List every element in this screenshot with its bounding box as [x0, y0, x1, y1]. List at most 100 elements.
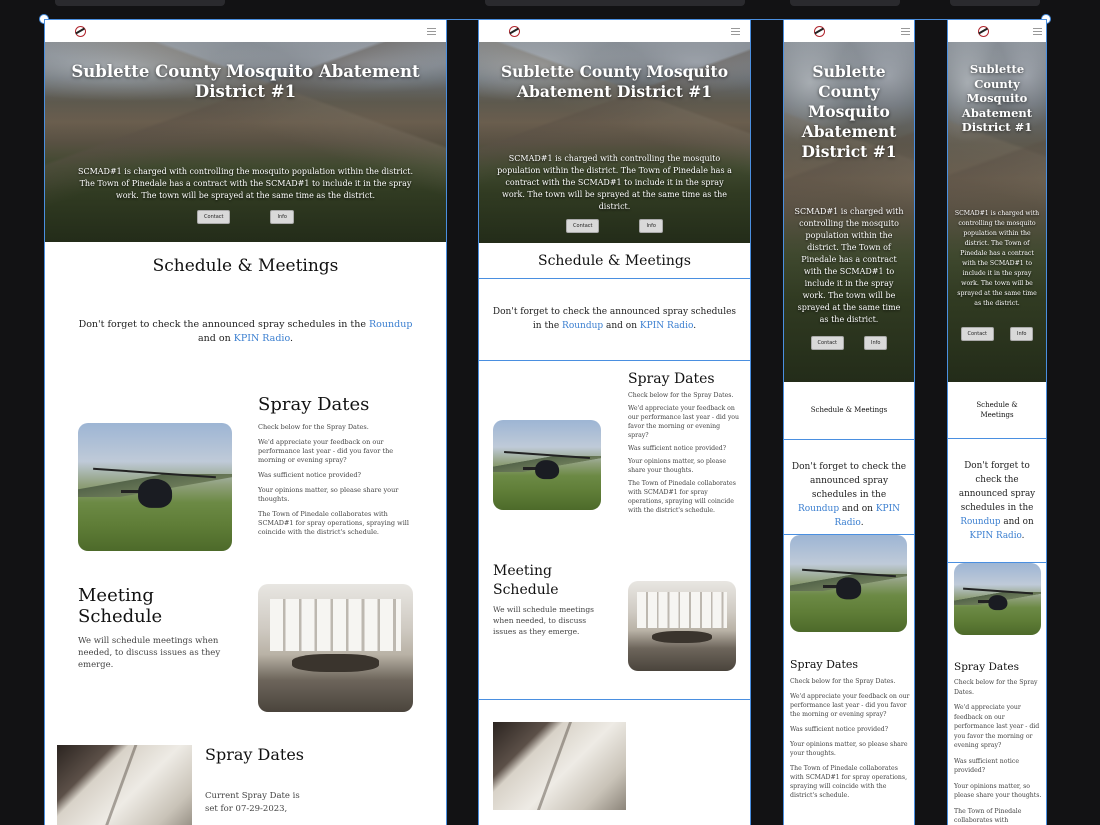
contact-button[interactable]: Contact [566, 219, 600, 233]
spray-paragraph: The Town of Pinedale collaborates with S… [790, 765, 908, 799]
spray-paragraph: Was sufficient notice provided? [258, 471, 361, 479]
navbar [784, 20, 914, 42]
artboard-desktop[interactable]: Sublette County Mosquito Abatement Distr… [44, 19, 447, 825]
info-button[interactable]: Info [270, 210, 294, 224]
hero-title: Sublette County Mosquito Abatement Distr… [71, 62, 420, 101]
spray-paragraph: Check below for the Spray Dates. [790, 678, 896, 685]
helicopter-image [493, 420, 601, 510]
notice-text: and on [197, 333, 234, 344]
artboard-tab [485, 0, 745, 6]
divider [784, 439, 914, 440]
hero-description: SCMAD#1 is charged with controlling the … [77, 167, 414, 200]
kpin-radio-link[interactable]: KPIN Radio [234, 333, 290, 344]
meeting-section: Meeting Schedule We will schedule meetin… [493, 562, 603, 637]
conference-room-image [628, 581, 736, 671]
hero-section: Sublette County Mosquito Abatement Distr… [479, 42, 750, 243]
hero-buttons: Contact Info [493, 219, 736, 233]
spray-paragraph: Check below for the Spray Dates. [258, 423, 369, 431]
notice-text: and on [1000, 517, 1034, 527]
meeting-section: Meeting Schedule We will schedule meetin… [78, 585, 243, 671]
spray-paragraph: Check below for the Spray Dates. [628, 392, 734, 399]
schedule-heading: Schedule & Meetings [152, 256, 339, 276]
spray-paragraph: Your opinions matter, so please share yo… [628, 458, 727, 474]
mosquito-logo-icon[interactable] [978, 25, 989, 37]
hero-buttons: Contact Info [794, 336, 904, 350]
schedule-heading: Schedule & Meetings [810, 406, 888, 414]
spray-paragraph: The Town of Pinedale collaborates with S… [954, 807, 1022, 825]
spray-paragraph: Your opinions matter, so please share yo… [790, 741, 908, 757]
notice-text: . [693, 321, 697, 331]
hamburger-menu-icon[interactable] [1033, 27, 1042, 35]
roundup-link[interactable]: Roundup [798, 504, 839, 514]
helicopter-image [78, 423, 232, 551]
artboard-mobile-large[interactable]: Sublette County Mosquito Abatement Distr… [783, 19, 915, 825]
notebook-image [57, 745, 192, 825]
hero-title: Sublette County Mosquito Abatement Distr… [961, 62, 1033, 134]
hero-section: Sublette County Mosquito Abatement Distr… [784, 42, 914, 382]
helicopter-image [790, 535, 907, 632]
spray-paragraph: Was sufficient notice provided? [790, 726, 889, 733]
notice-text: Don't forget to check the announced spra… [958, 461, 1036, 513]
spray-dates-section: Spray Dates Check below for the Spray Da… [258, 394, 418, 537]
hamburger-menu-icon[interactable] [427, 27, 436, 35]
artboard-tab [790, 0, 900, 6]
spray-dates-heading: Spray Dates [628, 371, 715, 387]
navbar [45, 20, 446, 42]
helicopter-image [954, 563, 1041, 635]
info-button[interactable]: Info [863, 336, 888, 350]
artboard-mobile-small[interactable]: Sublette County Mosquito Abatement Distr… [947, 19, 1047, 825]
spray-paragraph: Check below for the Spray Dates. [954, 679, 1038, 696]
divider [479, 278, 750, 279]
hero-description: SCMAD#1 is charged with controlling the … [497, 154, 732, 211]
mosquito-logo-icon[interactable] [509, 25, 520, 37]
roundup-link[interactable]: Roundup [960, 517, 1000, 527]
spray-dates-heading-2: Spray Dates [205, 745, 304, 764]
spray-paragraph: Your opinions matter, so please share yo… [954, 782, 1042, 800]
kpin-radio-link[interactable]: KPIN Radio [970, 531, 1022, 541]
mosquito-logo-icon[interactable] [75, 25, 86, 37]
spray-notice: Don't forget to check the announced spra… [479, 305, 750, 333]
hero-description: SCMAD#1 is charged with controlling the … [954, 209, 1040, 307]
roundup-link[interactable]: Roundup [562, 321, 603, 331]
spray-dates-heading: Spray Dates [790, 658, 859, 671]
current-spray-date: Current Spray Date is set for 07-29-2023… [205, 791, 300, 814]
conference-room-image [258, 584, 413, 712]
spray-notice: Don't forget to check the announced spra… [784, 460, 914, 530]
mosquito-logo-icon[interactable] [814, 25, 825, 37]
kpin-radio-link[interactable]: KPIN Radio [640, 321, 693, 331]
spray-paragraph: We'd appreciate your feedback on our per… [790, 693, 910, 718]
spray-paragraph: Your opinions matter, so please share yo… [258, 486, 399, 503]
divider [479, 360, 750, 361]
hero-title: Sublette County Mosquito Abatement Distr… [801, 62, 897, 161]
navbar [479, 20, 750, 42]
spray-paragraph: We'd appreciate your feedback on our per… [628, 405, 740, 439]
info-button[interactable]: Info [1009, 326, 1034, 341]
spray-dates-section: Spray Dates Check below for the Spray Da… [628, 371, 740, 515]
contact-button[interactable]: Contact [197, 210, 231, 224]
hero-section: Sublette County Mosquito Abatement Distr… [948, 42, 1046, 382]
meeting-text: We will schedule meetings when needed, t… [78, 636, 221, 670]
spray-dates-heading: Spray Dates [258, 394, 370, 415]
notebook-image [493, 722, 626, 810]
hamburger-menu-icon[interactable] [731, 27, 740, 35]
hero-description: SCMAD#1 is charged with controlling the … [794, 207, 904, 324]
hero-title: Sublette County Mosquito Abatement Distr… [500, 62, 729, 101]
hamburger-menu-icon[interactable] [901, 27, 910, 35]
notice-text: . [1021, 531, 1025, 541]
spray-paragraph: We'd appreciate your feedback on our per… [258, 438, 394, 464]
navbar [948, 20, 1046, 42]
spray-paragraph: The Town of Pinedale collaborates with S… [628, 480, 736, 514]
roundup-link[interactable]: Roundup [369, 319, 412, 330]
spray-dates-heading: Spray Dates [954, 661, 1019, 673]
notice-text: Don't forget to check the announced spra… [78, 319, 370, 330]
contact-button[interactable]: Contact [960, 326, 994, 341]
artboard-tablet[interactable]: Sublette County Mosquito Abatement Distr… [478, 19, 751, 825]
hero-buttons: Contact Info [67, 210, 424, 224]
artboard-tab [950, 0, 1040, 6]
notice-text: and on [603, 321, 640, 331]
contact-button[interactable]: Contact [810, 336, 844, 350]
info-button[interactable]: Info [639, 219, 663, 233]
notice-text: and on [839, 504, 876, 514]
spray-dates-section: Spray Dates Check below for the Spray Da… [790, 658, 910, 800]
meeting-heading: Meeting Schedule [493, 563, 559, 598]
